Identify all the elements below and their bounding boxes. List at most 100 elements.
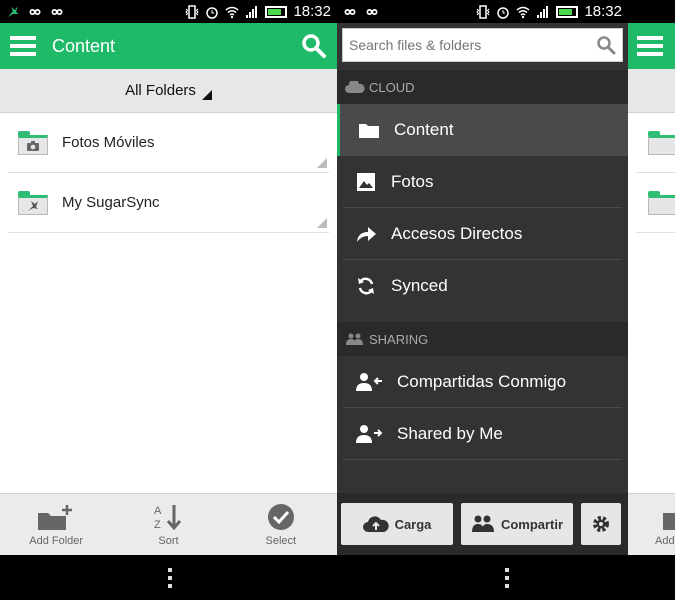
add-folder-icon	[663, 512, 675, 530]
search-icon[interactable]	[596, 35, 616, 55]
drawer-item-label: Shared by Me	[397, 423, 503, 443]
sort-az-icon: AZ	[154, 504, 182, 531]
folder-selector[interactable]	[628, 69, 675, 113]
cloud-section-header: CLOUD	[337, 70, 628, 104]
sort-label: Sort	[158, 534, 179, 547]
drawer-bottom-bar: Carga Compartir	[337, 493, 628, 555]
signal-icon	[537, 5, 549, 18]
drawer-item-fotos[interactable]: Fotos	[343, 156, 622, 208]
drawer-item-label: Compartidas Conmigo	[397, 371, 567, 391]
menu-icon[interactable]	[637, 36, 663, 56]
menu-dots-icon[interactable]	[168, 568, 172, 588]
owl-notification-icon	[29, 8, 41, 15]
vibrate-icon	[185, 4, 200, 19]
cloud-header-label: CLOUD	[369, 79, 415, 95]
bottom-action-bar: Add	[628, 493, 675, 555]
list-item[interactable]: Fotos Móviles	[8, 113, 329, 173]
share-label: Compartir	[500, 516, 564, 532]
navigation-drawer-screen: 18:32 CLOUD Content Fotos Accesos Direct…	[337, 0, 628, 555]
drawer-item-label: Synced	[391, 276, 448, 295]
sharing-header-label: SHARING	[369, 331, 429, 347]
sugarsync-folder-icon	[18, 190, 48, 215]
drawer-item-label: Fotos	[391, 171, 434, 191]
sync-icon	[358, 277, 374, 295]
app-bar	[628, 23, 675, 69]
alarm-icon	[497, 6, 510, 19]
owl-notification-icon	[344, 8, 356, 15]
gear-icon	[593, 516, 609, 532]
search-icon[interactable]	[301, 33, 327, 59]
app-bar: Content	[0, 23, 337, 69]
upload-label: Carga	[394, 516, 432, 532]
cloud-upload-icon	[362, 516, 389, 532]
sugarsync-notification-icon	[8, 5, 19, 17]
camera-folder-icon	[648, 131, 675, 155]
add-folder-button[interactable]: Add Folder	[0, 494, 112, 555]
drawer-item-accesos-directos[interactable]: Accesos Directos	[343, 208, 622, 260]
drawer-item-shared-by-me[interactable]: Shared by Me	[343, 408, 622, 460]
status-bar: 18:32	[0, 0, 337, 23]
add-folder-label: Add Folder	[29, 534, 84, 547]
dropdown-corner-icon	[201, 89, 212, 100]
add-folder-icon	[38, 504, 73, 530]
search-input[interactable]	[349, 37, 596, 53]
item-options-corner-icon[interactable]	[317, 158, 327, 168]
people-icon	[471, 515, 494, 532]
menu-icon[interactable]	[10, 36, 36, 56]
page-title: Content	[52, 35, 116, 56]
status-bar	[628, 0, 675, 23]
system-nav-bar	[0, 555, 675, 600]
search-box	[342, 28, 623, 62]
list-item[interactable]	[636, 113, 675, 173]
sharing-section-header: SHARING	[337, 322, 628, 356]
sort-button[interactable]: AZ Sort	[112, 494, 224, 555]
wifi-icon	[516, 6, 530, 18]
clock: 18:32	[293, 3, 331, 20]
drawer-item-synced[interactable]: Synced	[343, 260, 622, 312]
svg-text:A: A	[154, 505, 162, 517]
user-incoming-icon	[356, 372, 382, 391]
vibrate-icon	[476, 4, 491, 19]
settings-button[interactable]	[581, 503, 621, 545]
owl-notification-icon	[366, 8, 378, 15]
content-screen-partial: Add	[628, 0, 675, 555]
status-bar: 18:32	[337, 0, 628, 23]
battery-icon	[265, 5, 288, 18]
drawer-item-compartidas-conmigo[interactable]: Compartidas Conmigo	[343, 356, 622, 408]
drawer-item-label: Content	[394, 120, 454, 139]
signal-icon	[246, 5, 258, 18]
folder-selector[interactable]: All Folders	[0, 69, 337, 113]
select-button[interactable]: Select	[225, 494, 337, 555]
clock: 18:32	[584, 3, 622, 20]
bottom-action-bar: Add Folder AZ Sort Select	[0, 493, 337, 555]
owl-notification-icon	[51, 8, 63, 15]
content-screen: 18:32 Content All Folders Fotos Móviles …	[0, 0, 337, 555]
folder-selector-label: All Folders	[125, 82, 196, 99]
people-icon	[346, 333, 363, 345]
list-item[interactable]	[636, 173, 675, 233]
image-icon	[357, 172, 375, 191]
folder-icon	[359, 124, 379, 138]
list-item-label: Fotos Móviles	[62, 134, 155, 151]
alarm-icon	[206, 6, 219, 19]
list-item[interactable]: My SugarSync	[8, 173, 329, 233]
menu-dots-icon[interactable]	[505, 568, 509, 588]
upload-button[interactable]: Carga	[341, 503, 453, 545]
check-circle-icon	[267, 503, 294, 530]
camera-folder-icon	[18, 130, 48, 155]
drawer-item-label: Accesos Directos	[391, 223, 523, 243]
svg-text:Z: Z	[154, 519, 161, 531]
drawer-item-content[interactable]: Content	[337, 104, 628, 156]
battery-icon	[556, 5, 579, 18]
item-options-corner-icon[interactable]	[317, 218, 327, 228]
share-arrow-icon	[357, 226, 376, 242]
select-label: Select	[265, 534, 297, 547]
share-button[interactable]: Compartir	[461, 503, 573, 545]
user-outgoing-icon	[356, 424, 383, 443]
sugarsync-folder-icon	[648, 191, 675, 215]
add-folder-label: Add	[655, 534, 675, 547]
add-folder-button[interactable]: Add	[628, 494, 675, 555]
wifi-icon	[225, 6, 239, 18]
list-item-label: My SugarSync	[62, 194, 160, 211]
cloud-icon	[345, 81, 365, 93]
